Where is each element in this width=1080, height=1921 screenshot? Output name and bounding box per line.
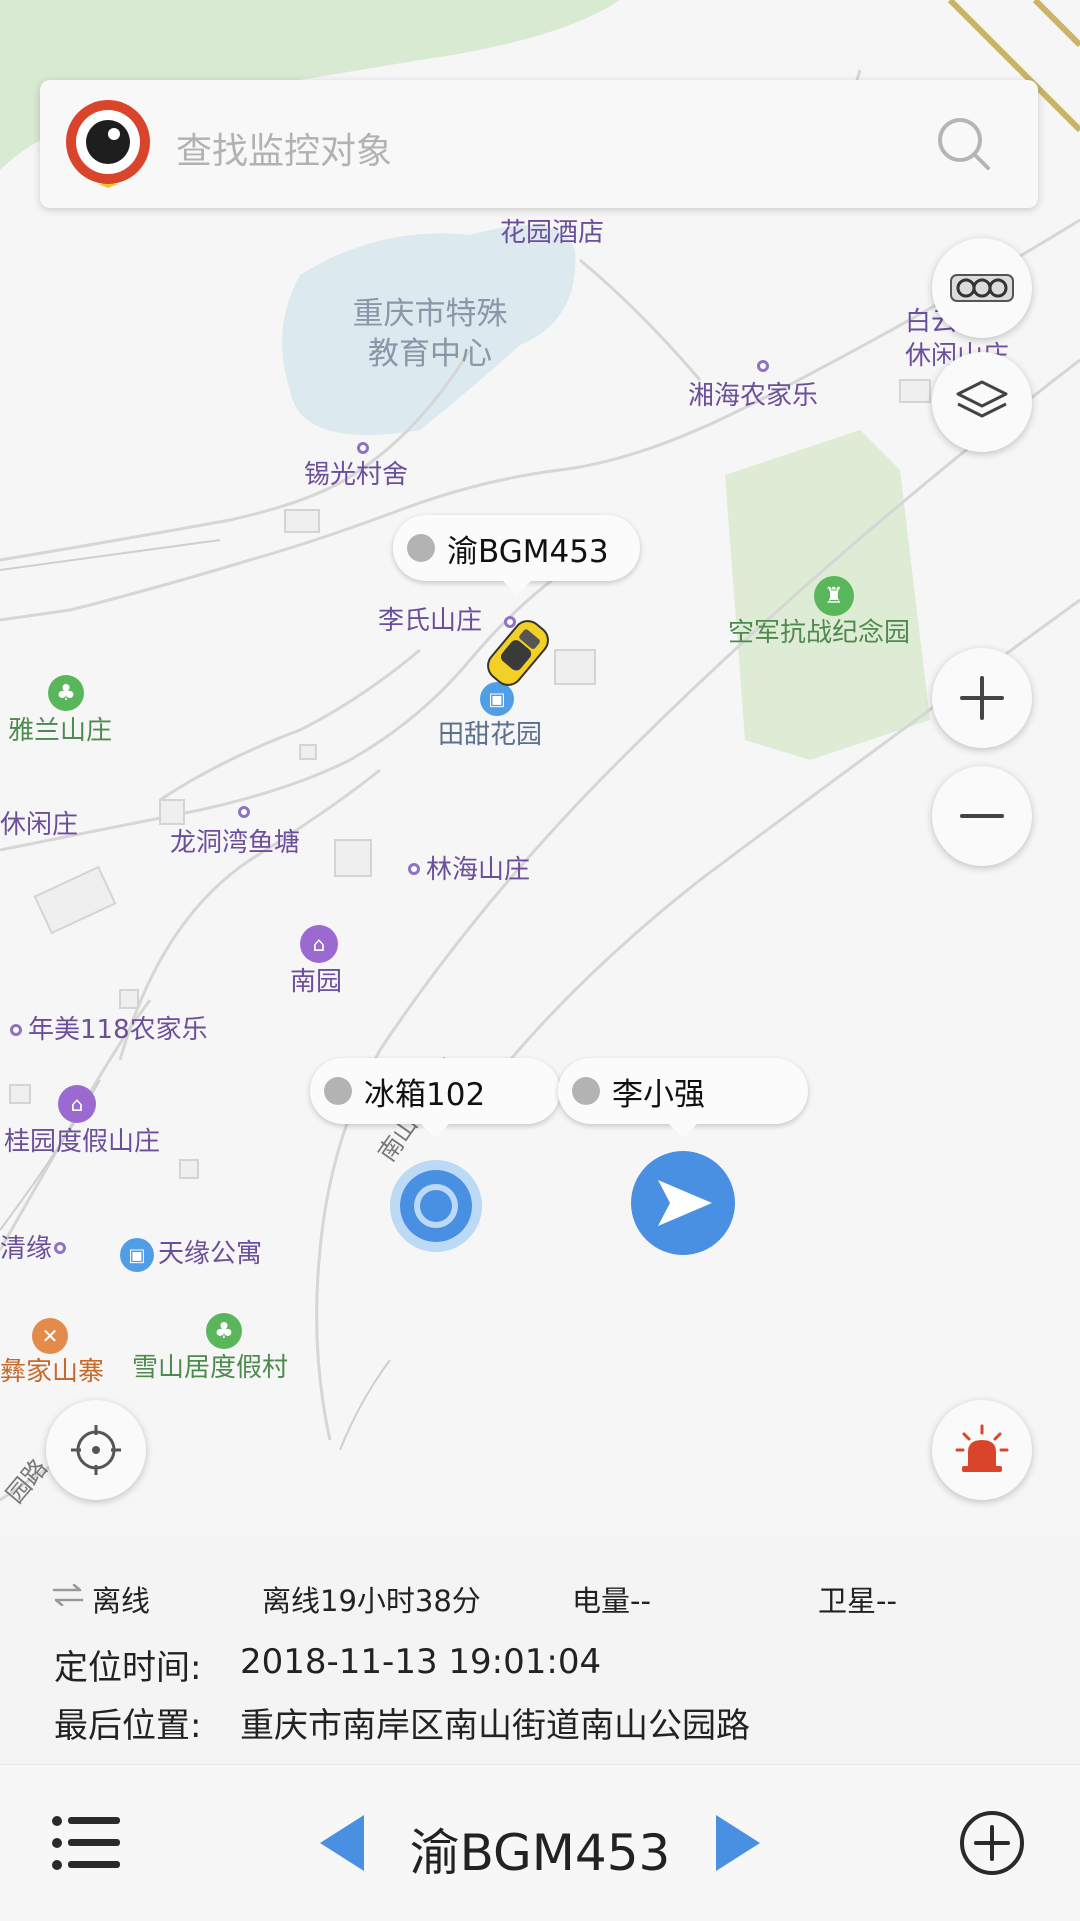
poi-longdong: 龙洞湾鱼塘 (170, 828, 301, 858)
car-marker-icon[interactable] (470, 605, 566, 701)
poi-qingyuan: 清缘 (0, 1234, 53, 1264)
poi-dot (408, 863, 420, 875)
poi-dot (757, 360, 769, 372)
poi-tiantian: 田甜花园 (438, 720, 543, 750)
plus-icon (960, 676, 1004, 720)
poi-kongjun: 空军抗战纪念园 (728, 618, 911, 648)
search-bar[interactable]: 查找监控对象 (40, 80, 1038, 208)
hotel-icon: ⌂ (58, 1085, 96, 1123)
search-icon[interactable] (936, 116, 992, 172)
prev-triangle-icon[interactable] (318, 1813, 366, 1873)
status-dot (572, 1077, 600, 1105)
target-label-device[interactable]: 冰箱102 (310, 1058, 560, 1138)
status-text: 离线 (92, 1584, 151, 1618)
poi-linhai: 林海山庄 (426, 855, 531, 885)
person-marker-icon[interactable] (630, 1150, 736, 1256)
minus-icon (960, 814, 1004, 818)
park-icon: ♜ (814, 576, 854, 616)
poi-school: 重庆市特殊 教育中心 (352, 296, 508, 372)
poi-nianmei: 年美118农家乐 (28, 1015, 208, 1045)
time-value: 2018-11-13 19:01:04 (240, 1642, 602, 1682)
poi-nanyuan: 南园 (290, 967, 343, 997)
poi-xiguang: 锡光村舍 (304, 460, 409, 490)
poi-tianyuan: 天缘公寓 (158, 1239, 263, 1269)
status-dot (407, 534, 435, 562)
poi-yijia: 彝家山寨 (0, 1357, 105, 1387)
alarm-siren-icon (955, 1424, 1009, 1472)
poi-lishi: 李氏山庄 (378, 606, 483, 636)
location-value: 重庆市南岸区南山街道南山公园路 (240, 1706, 750, 1746)
layers-icon (956, 380, 1008, 418)
offline-arrows-icon (52, 1584, 84, 1606)
map-view[interactable]: 花园酒店 重庆市特殊 教育中心 锡光村舍 湘海农家乐 白云山 休闲山庄 李氏山庄… (0, 0, 1080, 1535)
target-label-car[interactable]: 渝BGM453 (393, 515, 640, 595)
poi-dot (10, 1024, 22, 1036)
traffic-icon (950, 274, 1014, 302)
time-label: 定位时间: (54, 1648, 202, 1688)
poi-xianghai: 湘海农家乐 (688, 381, 819, 411)
alarm-button[interactable] (932, 1400, 1032, 1500)
poi-xiuxian: 休闲庄 (0, 810, 79, 840)
list-menu-icon[interactable] (52, 1815, 122, 1871)
target-name: 冰箱102 (364, 1076, 486, 1113)
resort-icon: ♣ (48, 675, 84, 711)
current-target-name: 渝BGM453 (409, 1824, 671, 1882)
battery-text: 电量-- (572, 1584, 651, 1618)
satellite-text: 卫星-- (818, 1584, 897, 1618)
eye-logo-icon (66, 100, 150, 188)
apartment-icon: ▣ (120, 1238, 154, 1272)
traffic-button[interactable] (932, 238, 1032, 338)
poi-dot (357, 442, 369, 454)
search-placeholder[interactable]: 查找监控对象 (176, 122, 392, 174)
resort-icon: ♣ (206, 1313, 242, 1349)
zoom-in-button[interactable] (932, 648, 1032, 748)
bottom-bar: 渝BGM453 (0, 1764, 1080, 1921)
add-circle-icon[interactable] (958, 1809, 1026, 1877)
poi-dot (54, 1242, 66, 1254)
restaurant-icon: ✕ (32, 1318, 68, 1354)
device-marker-icon[interactable] (386, 1156, 486, 1256)
poi-guiyuan: 桂园度假山庄 (4, 1127, 161, 1157)
zoom-out-button[interactable] (932, 766, 1032, 866)
poi-dot (238, 806, 250, 818)
poi-xueshan: 雪山居度假村 (132, 1353, 289, 1383)
locate-button[interactable] (46, 1400, 146, 1500)
next-triangle-icon[interactable] (714, 1813, 762, 1873)
status-dot (324, 1077, 352, 1105)
target-name: 李小强 (612, 1076, 705, 1113)
hotel-icon: ⌂ (300, 925, 338, 963)
layers-button[interactable] (932, 352, 1032, 452)
crosshair-icon (71, 1425, 121, 1475)
info-panel: 离线 离线19小时38分 电量-- 卫星-- 定位时间: 2018-11-13 … (0, 1548, 1080, 1763)
target-label-person[interactable]: 李小强 (558, 1058, 808, 1138)
offline-duration: 离线19小时38分 (262, 1584, 481, 1618)
poi-yalan: 雅兰山庄 (8, 716, 113, 746)
poi-hotel: 花园酒店 (500, 218, 605, 248)
location-label: 最后位置: (54, 1706, 202, 1746)
target-name: 渝BGM453 (447, 533, 609, 570)
